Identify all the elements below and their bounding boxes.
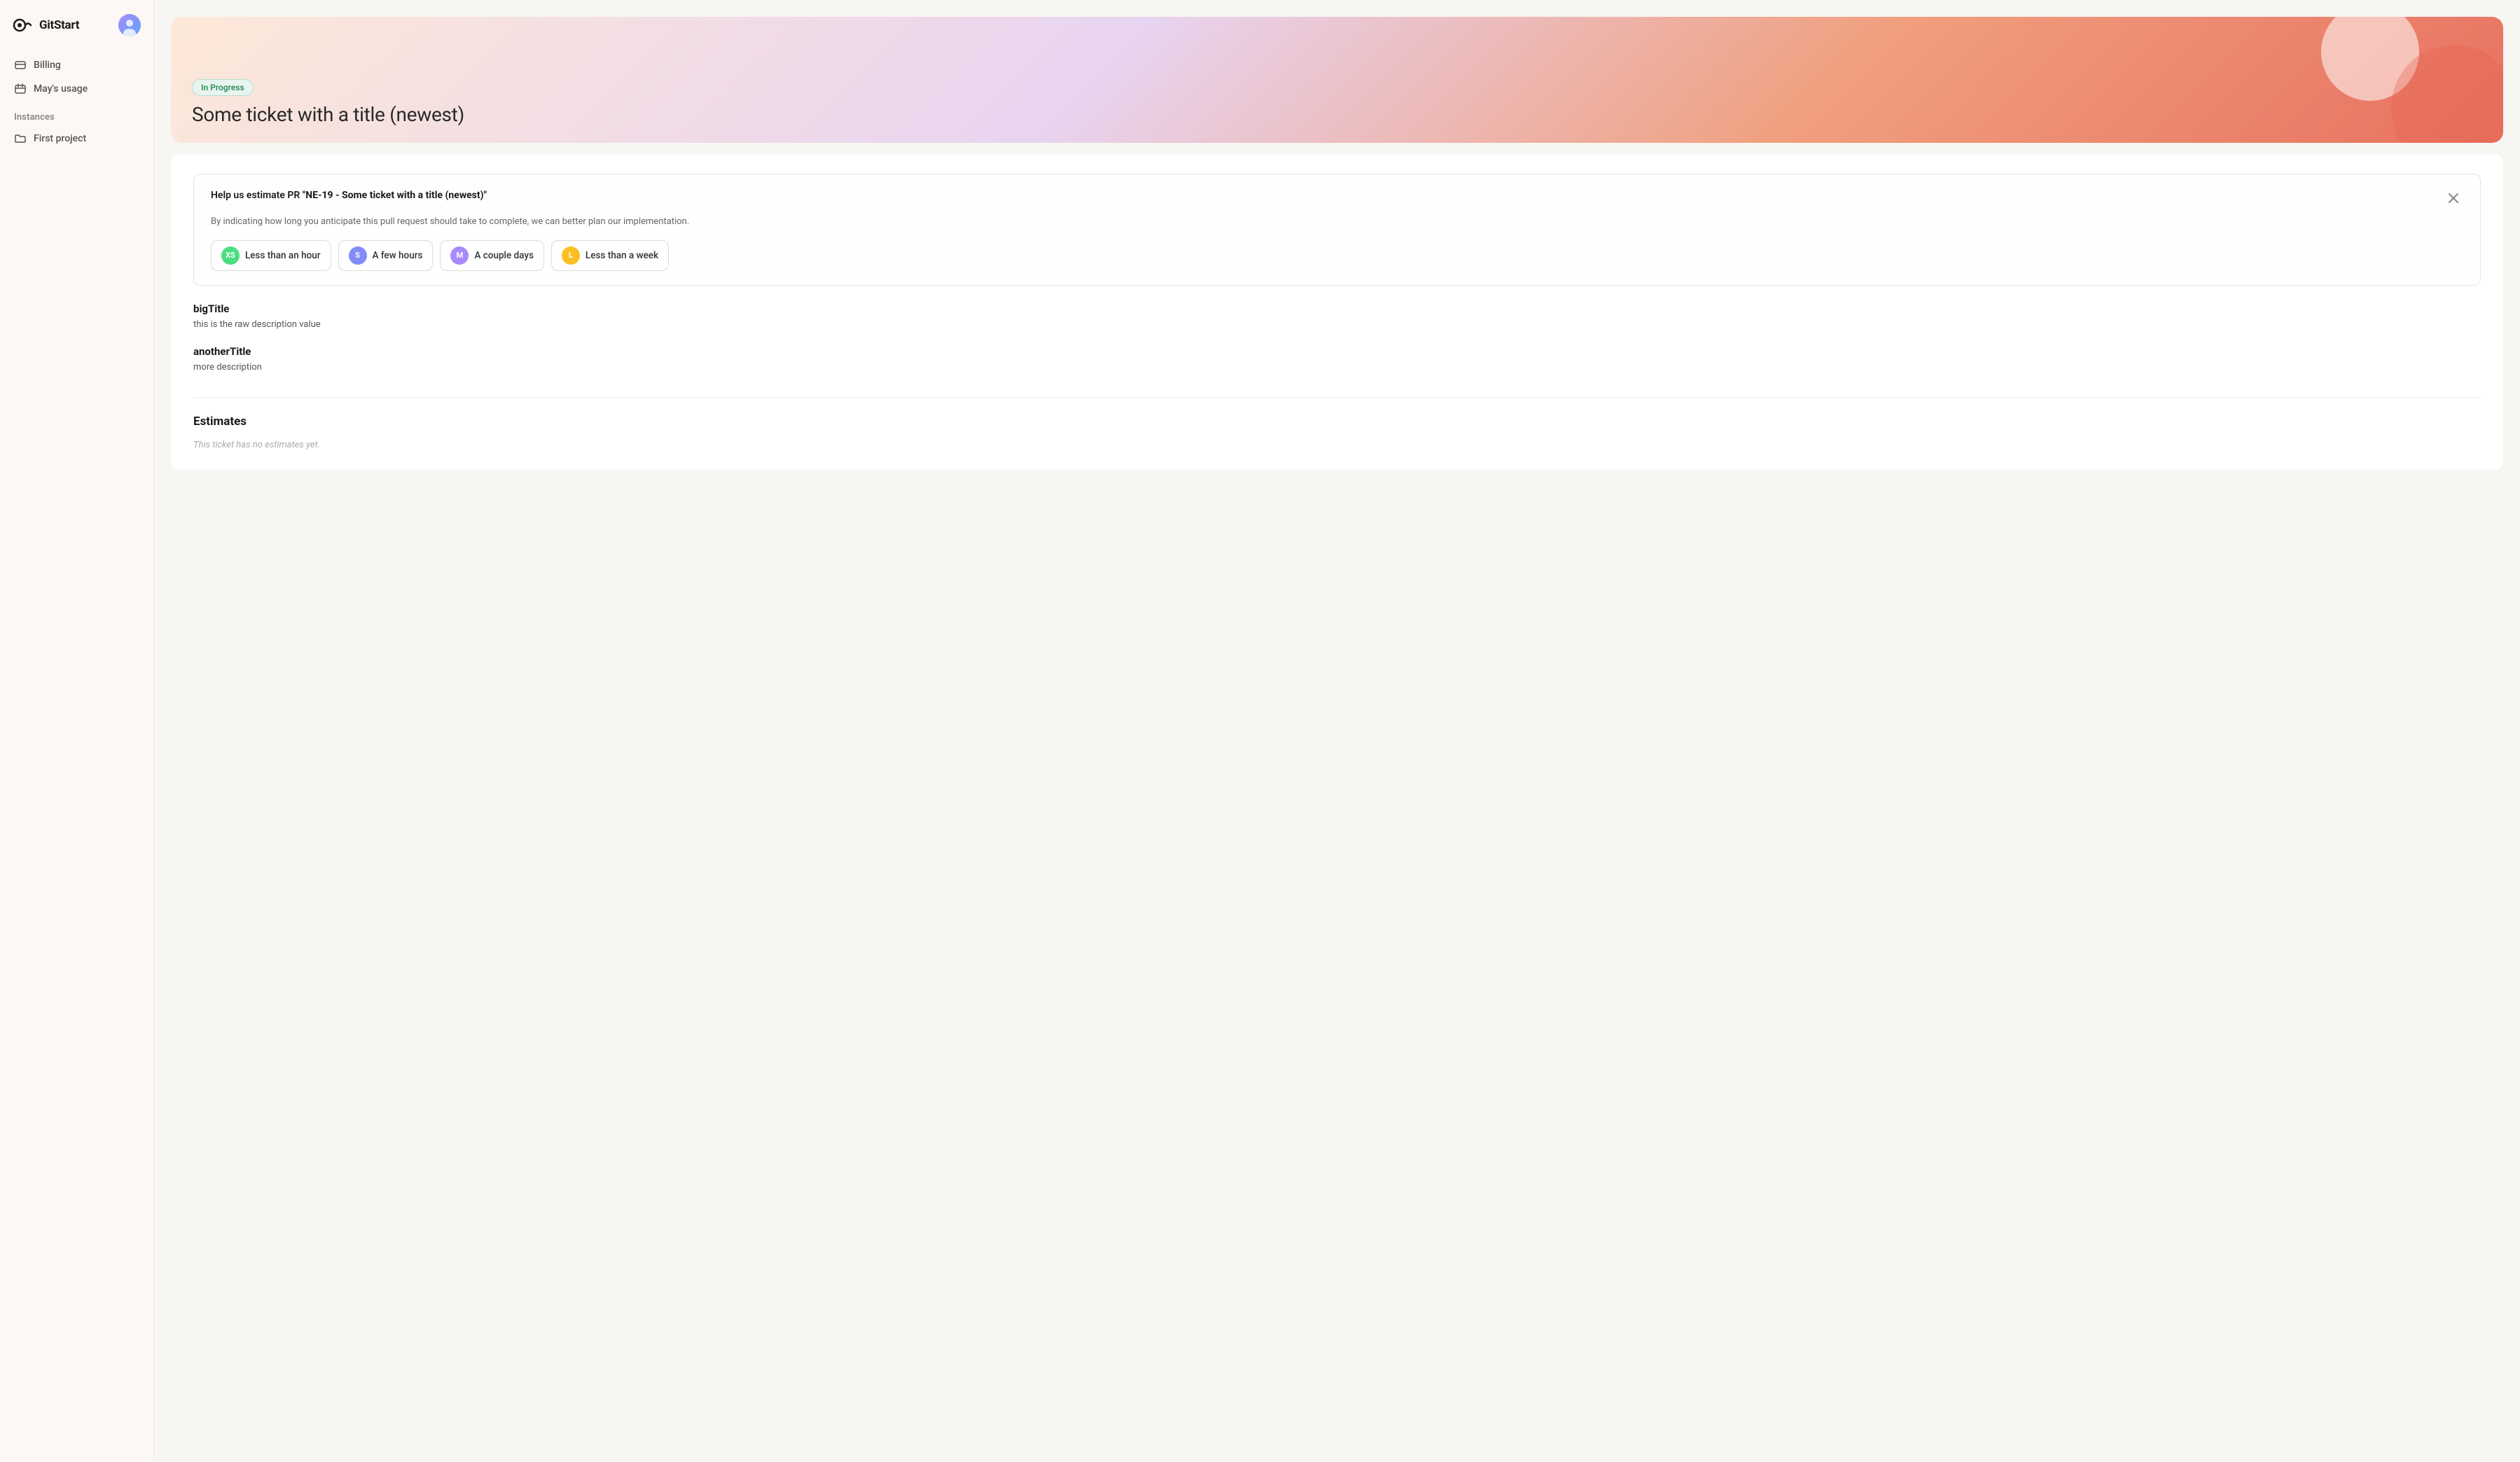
size-badge-xs: XS xyxy=(221,246,240,265)
user-avatar[interactable] xyxy=(118,14,141,36)
desc-section-anothertitle: anotherTitle more description xyxy=(193,345,2481,375)
estimate-option-xs[interactable]: XS Less than an hour xyxy=(211,240,331,271)
first-project-label: First project xyxy=(34,133,86,144)
billing-label: Billing xyxy=(34,60,61,71)
estimate-option-m-label: A couple days xyxy=(474,250,533,261)
estimate-option-l-label: Less than a week xyxy=(586,250,658,261)
instances-nav: First project xyxy=(0,127,153,151)
estimate-option-xs-label: Less than an hour xyxy=(245,250,321,261)
sidebar: GitStart Bi xyxy=(0,0,154,1462)
sidebar-logo: GitStart xyxy=(0,14,153,53)
status-badge: In Progress xyxy=(192,79,254,96)
sidebar-item-mays-usage[interactable]: May's usage xyxy=(6,77,148,101)
estimate-option-l[interactable]: L Less than a week xyxy=(551,240,669,271)
hero-title: Some ticket with a title (newest) xyxy=(192,103,464,126)
logo-text: GitStart xyxy=(39,18,79,32)
hero-banner: In Progress Some ticket with a title (ne… xyxy=(171,17,2503,143)
gitstart-logo-icon xyxy=(13,18,32,33)
content-area: Help us estimate PR "NE-19 - Some ticket… xyxy=(171,154,2503,470)
desc-bigtitle-heading: bigTitle xyxy=(193,302,2481,315)
mays-usage-label: May's usage xyxy=(34,83,88,95)
hero-content: In Progress Some ticket with a title (ne… xyxy=(192,79,464,126)
desc-anothertitle-text: more description xyxy=(193,361,2481,375)
estimate-description: By indicating how long you anticipate th… xyxy=(211,215,2463,229)
estimates-section: Estimates This ticket has no estimates y… xyxy=(193,397,2481,450)
estimate-title-prefix: Help us estimate PR xyxy=(211,190,303,201)
size-badge-l: L xyxy=(562,246,580,265)
close-button[interactable] xyxy=(2444,188,2463,208)
estimate-header: Help us estimate PR "NE-19 - Some ticket… xyxy=(211,188,2463,208)
sidebar-item-billing[interactable]: Billing xyxy=(6,53,148,77)
estimate-option-s[interactable]: S A few hours xyxy=(338,240,434,271)
size-badge-m: M xyxy=(450,246,469,265)
calendar-icon xyxy=(14,83,27,95)
desc-bigtitle-text: this is the raw description value xyxy=(193,318,2481,332)
desc-anothertitle-heading: anotherTitle xyxy=(193,345,2481,358)
estimate-title-bold: "NE-19 - Some ticket with a title (newes… xyxy=(303,190,487,201)
main-content: In Progress Some ticket with a title (ne… xyxy=(154,0,2520,1462)
estimate-option-m[interactable]: M A couple days xyxy=(440,240,544,271)
estimate-card: Help us estimate PR "NE-19 - Some ticket… xyxy=(193,174,2481,286)
instances-section-label: Instances xyxy=(0,101,153,127)
sidebar-item-first-project[interactable]: First project xyxy=(6,127,148,151)
folder-icon xyxy=(14,132,27,145)
sidebar-nav: Billing May's usage xyxy=(0,53,153,101)
size-badge-s: S xyxy=(349,246,367,265)
estimate-title: Help us estimate PR "NE-19 - Some ticket… xyxy=(211,188,487,203)
estimate-options: XS Less than an hour S A few hours M A c… xyxy=(211,240,2463,271)
desc-section-bigtitle: bigTitle this is the raw description val… xyxy=(193,302,2481,332)
estimates-heading: Estimates xyxy=(193,415,2481,429)
estimate-option-s-label: A few hours xyxy=(373,250,423,261)
billing-icon xyxy=(14,59,27,71)
no-estimates-text: This ticket has no estimates yet. xyxy=(193,440,2481,450)
